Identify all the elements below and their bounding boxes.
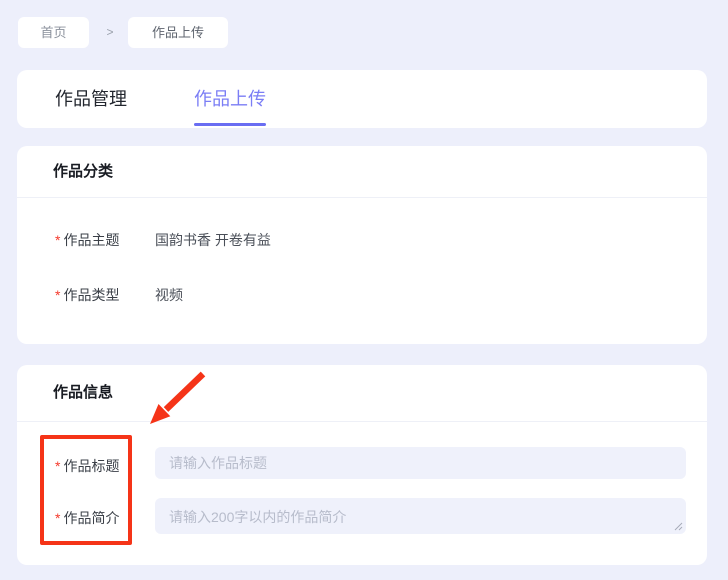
field-value-theme: 国韵书香 开卷有益 xyxy=(155,230,271,250)
field-label-text: 作品简介 xyxy=(63,510,119,526)
field-label-title: *作品标题 xyxy=(55,456,119,476)
required-asterisk: * xyxy=(55,287,60,303)
tab-works-upload[interactable]: 作品上传 xyxy=(194,70,266,128)
field-label-text: 作品类型 xyxy=(63,287,119,303)
work-intro-field xyxy=(155,498,686,534)
textarea-resize-handle[interactable] xyxy=(673,521,683,531)
breadcrumb-separator: > xyxy=(99,17,121,48)
work-intro-textarea[interactable] xyxy=(155,498,686,534)
breadcrumb-item-home[interactable]: 首页 xyxy=(18,17,89,48)
section-title-category: 作品分类 xyxy=(53,146,113,197)
section-divider xyxy=(17,421,707,422)
works-category-card: 作品分类 *作品主题 国韵书香 开卷有益 *作品类型 视频 xyxy=(17,146,707,344)
breadcrumb-item-upload[interactable]: 作品上传 xyxy=(128,17,228,48)
required-asterisk: * xyxy=(55,510,60,526)
field-label-text: 作品标题 xyxy=(63,458,119,474)
required-asterisk: * xyxy=(55,232,60,248)
section-divider xyxy=(17,197,707,198)
works-info-card: 作品信息 *作品标题 *作品简介 xyxy=(17,365,707,565)
field-label-type: *作品类型 xyxy=(55,285,119,305)
tabs-card: 作品管理 作品上传 xyxy=(17,70,707,128)
section-title-info: 作品信息 xyxy=(53,365,113,421)
field-label-text: 作品主题 xyxy=(63,232,119,248)
tab-works-manage[interactable]: 作品管理 xyxy=(55,70,127,128)
work-title-input[interactable] xyxy=(155,447,686,479)
field-label-theme: *作品主题 xyxy=(55,230,119,250)
field-value-type: 视频 xyxy=(155,285,183,305)
required-asterisk: * xyxy=(55,458,60,474)
field-label-intro: *作品简介 xyxy=(55,508,119,528)
